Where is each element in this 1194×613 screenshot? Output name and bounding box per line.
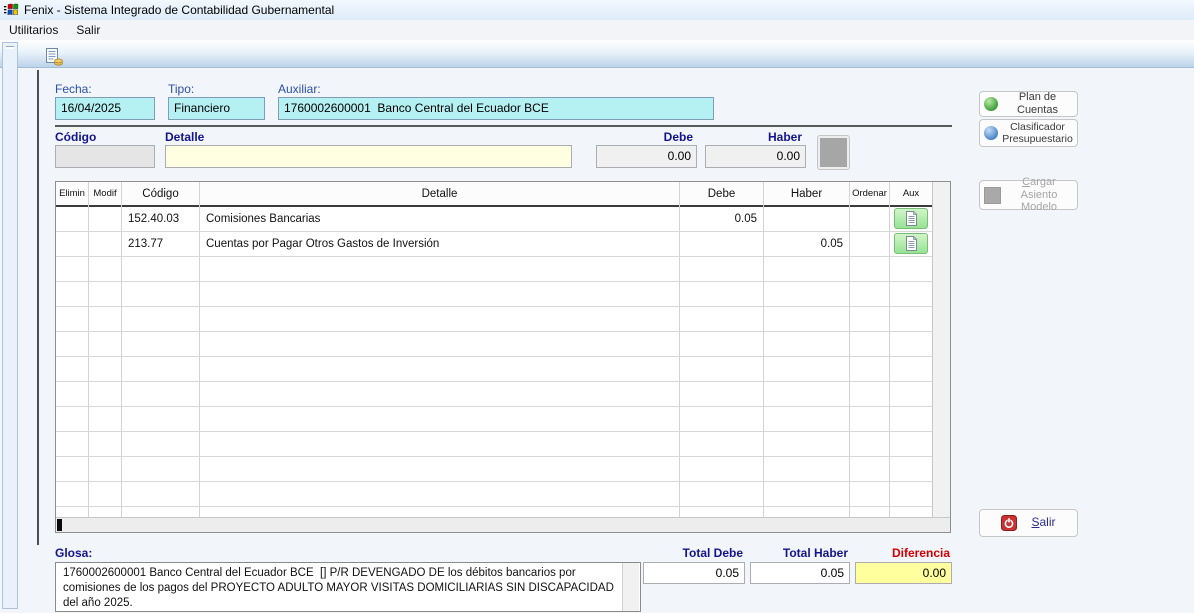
detalle-label: Detalle [165,130,204,144]
table-row-empty [56,482,933,507]
add-entry-button[interactable] [818,136,849,169]
diferencia-field: 0.00 [855,562,952,584]
column-header-codigo[interactable]: Código [122,182,200,207]
table-row-empty [56,282,933,307]
column-header-detalle[interactable]: Detalle [200,182,680,207]
clasificador-presupuestario-button[interactable]: Clasificador Presupuestario [979,119,1078,147]
menu-bar: Utilitarios Salir [0,20,1194,40]
grid-header: EliminModifCódigoDetalleDebeHaberOrdenar… [56,182,933,207]
table-row-empty [56,432,933,457]
windows-logo-icon [3,2,19,18]
column-header-aux[interactable]: Aux [890,182,933,207]
table-row-empty [56,257,933,282]
document-coins-icon[interactable] [44,47,64,67]
column-header-ordenar[interactable]: Ordenar [850,182,890,207]
panel-left-edge [37,70,39,545]
debe-label: Debe [596,130,693,144]
haber-label: Haber [705,130,802,144]
title-bar: Fenix - Sistema Integrado de Contabilida… [0,0,1194,20]
total-debe-label: Total Debe [643,546,743,560]
tipo-field[interactable]: Financiero [168,97,265,120]
diferencia-label: Diferencia [855,546,950,560]
document-icon [905,236,918,251]
grid-vertical-scrollbar[interactable] [932,182,950,517]
table-row-empty [56,357,933,382]
table-row-empty [56,457,933,482]
aux-document-button[interactable] [894,208,928,229]
glosa-label: Glosa: [55,546,92,560]
total-haber-field: 0.05 [750,562,850,584]
menu-salir[interactable]: Salir [67,21,109,39]
table-row[interactable]: 213.77Cuentas por Pagar Otros Gastos de … [56,232,933,257]
column-header-elimin[interactable]: Elimin [56,182,89,207]
table-row-empty [56,507,933,517]
glosa-textarea[interactable]: 1760002600001 Banco Central del Ecuador … [55,562,641,612]
column-header-modif[interactable]: Modif [89,182,122,207]
tipo-label: Tipo: [168,82,194,96]
grid-body: 152.40.03Comisiones Bancarias0.05213.77C… [56,207,933,517]
auxiliar-label: Auxiliar: [278,82,321,96]
grid-horizontal-scrollbar[interactable] [56,517,950,532]
menu-utilitarios[interactable]: Utilitarios [0,21,67,39]
document-icon [905,211,918,226]
haber-input[interactable]: 0.00 [705,145,806,168]
separator-line [55,125,952,127]
aux-document-button[interactable] [894,233,928,254]
power-icon [1001,515,1017,531]
debe-input[interactable]: 0.00 [596,145,697,168]
green-sphere-icon [984,97,998,111]
table-row[interactable]: 152.40.03Comisiones Bancarias0.05 [56,207,933,232]
table-row-empty [56,407,933,432]
total-debe-field: 0.05 [643,562,745,584]
plan-de-cuentas-label: Plan de Cuentas [1002,91,1073,116]
fecha-field[interactable]: 16/04/2025 [55,97,155,120]
cargar-asiento-modelo-button[interactable]: Cargar Asiento Modelo [979,180,1078,210]
total-haber-label: Total Haber [750,546,848,560]
glosa-scrollbar[interactable] [622,563,639,611]
dock-grabber-handle[interactable] [6,46,14,49]
clasificador-label: Clasificador Presupuestario [1002,121,1073,145]
fecha-label: Fecha: [55,82,92,96]
auxiliar-field[interactable]: 1760002600001 Banco Central del Ecuador … [278,97,714,120]
entries-grid: EliminModifCódigoDetalleDebeHaberOrdenar… [55,181,951,533]
detalle-input[interactable] [165,145,572,168]
table-row-empty [56,382,933,407]
column-header-debe[interactable]: Debe [680,182,764,207]
codigo-input[interactable] [55,145,155,168]
salir-label: Salir [1031,516,1055,530]
left-dock-panel[interactable] [2,42,18,609]
gray-square-icon [984,187,1001,204]
scrollbar-thumb[interactable] [57,519,62,531]
plan-de-cuentas-button[interactable]: Plan de Cuentas [979,91,1078,117]
codigo-label: Código [55,130,96,144]
cargar-asiento-label: Cargar Asiento Modelo [1005,176,1073,214]
table-row-empty [56,332,933,357]
table-row-empty [56,307,933,332]
blue-sphere-icon [984,126,998,140]
toolbar [0,40,1194,68]
column-header-haber[interactable]: Haber [764,182,850,207]
window-title: Fenix - Sistema Integrado de Contabilida… [24,3,334,17]
salir-button[interactable]: Salir [979,509,1078,537]
